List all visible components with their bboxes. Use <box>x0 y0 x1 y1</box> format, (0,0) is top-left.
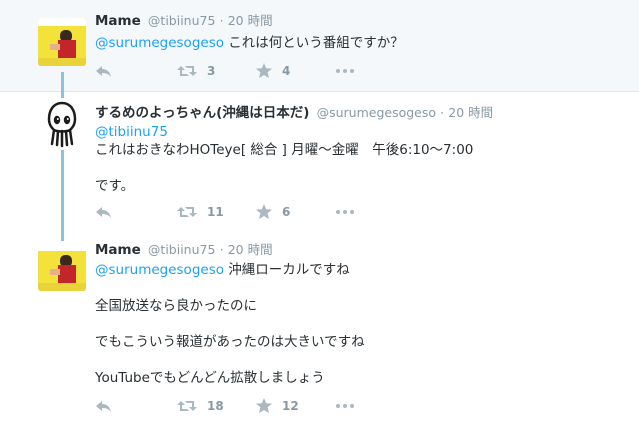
tweet-content: YouTubeでもどんどん拡散しましょう <box>95 370 325 386</box>
retweet-button[interactable]: 3 <box>177 63 215 79</box>
fullname[interactable]: するめのよっちゃん(沖縄は日本だ) <box>95 105 309 121</box>
tweet-text: @surumegesogeso これは何という番組ですか？ <box>95 34 404 52</box>
tweet-1[interactable]: Mame @tibiinu75 · 20 時間 @surumegesogeso … <box>0 0 639 92</box>
more-icon <box>336 210 354 214</box>
reply-icon <box>96 401 111 412</box>
tweet-header: するめのよっちゃん(沖縄は日本だ) @surumegesogeso · 20 時… <box>95 105 493 122</box>
tweet-content: です。 <box>95 178 135 194</box>
retweet-icon <box>177 66 197 76</box>
fullname[interactable]: Mame <box>95 242 141 258</box>
like-count: 6 <box>282 205 291 219</box>
more-icon <box>336 69 354 73</box>
reply-button[interactable] <box>95 398 112 414</box>
separator-dot: · <box>440 105 445 120</box>
timestamp[interactable]: 20 時間 <box>228 13 273 28</box>
mention-link[interactable]: @surumegesogeso <box>95 35 224 51</box>
retweet-count: 11 <box>207 205 224 219</box>
retweet-icon <box>177 401 197 411</box>
avatar[interactable] <box>38 18 86 66</box>
more-button[interactable] <box>336 67 355 75</box>
tweet-actions: 3 4 <box>95 63 375 79</box>
like-button[interactable]: 12 <box>256 398 299 414</box>
username[interactable]: @tibiinu75 <box>148 242 216 257</box>
tweet-actions: 11 6 <box>95 204 375 220</box>
retweet-button[interactable]: 11 <box>177 204 224 220</box>
tweet-content: これは何という番組ですか？ <box>224 35 404 51</box>
more-icon <box>336 404 354 408</box>
tweet-content: 全国放送なら良かったのに <box>95 298 257 314</box>
reply-button[interactable] <box>95 63 112 79</box>
reply-icon <box>96 66 111 77</box>
username[interactable]: @tibiinu75 <box>148 13 216 28</box>
thread-line <box>61 150 64 232</box>
thread-line <box>61 92 64 98</box>
thread-line <box>61 230 64 241</box>
tweet-3[interactable]: Mame @tibiinu75 · 20 時間 @surumegesogeso … <box>0 230 639 424</box>
retweet-icon <box>177 207 197 217</box>
timestamp[interactable]: 20 時間 <box>228 242 273 257</box>
avatar[interactable] <box>38 100 86 148</box>
mention-link[interactable]: @surumegesogeso <box>95 262 224 278</box>
like-icon <box>256 398 272 413</box>
tweet-header: Mame @tibiinu75 · 20 時間 <box>95 242 273 259</box>
separator-dot: · <box>219 13 224 28</box>
tweet-text: @tibiinu75 これはおきなわHOTeye[ 総合 ] 月曜～金曜 午後6… <box>95 123 473 195</box>
more-button[interactable] <box>336 208 355 216</box>
tweet-actions: 18 12 <box>95 398 375 414</box>
reply-button[interactable] <box>95 204 112 220</box>
avatar[interactable] <box>38 243 86 291</box>
timestamp[interactable]: 20 時間 <box>448 105 493 120</box>
separator-dot: · <box>219 242 224 257</box>
like-count: 12 <box>282 399 299 413</box>
retweet-count: 3 <box>207 64 216 78</box>
thread-line <box>61 72 64 92</box>
like-icon <box>256 204 272 219</box>
like-button[interactable]: 4 <box>256 63 290 79</box>
tweet-content: これはおきなわHOTeye[ 総合 ] 月曜～金曜 午後6:10～7:00 <box>95 142 474 158</box>
tweet-content: でもこういう報道があったのは大きいですね <box>95 334 365 350</box>
tweet-content: 沖縄ローカルですね <box>224 262 350 278</box>
more-button[interactable] <box>336 402 355 410</box>
like-button[interactable]: 6 <box>256 204 290 220</box>
reply-icon <box>96 207 111 218</box>
tweet-text: @surumegesogeso 沖縄ローカルですね 全国放送なら良かったのに で… <box>95 261 365 387</box>
mention-link[interactable]: @tibiinu75 <box>95 124 168 140</box>
like-icon <box>256 63 272 78</box>
retweet-count: 18 <box>207 399 224 413</box>
username[interactable]: @surumegesogeso <box>317 105 436 120</box>
like-count: 4 <box>282 64 291 78</box>
retweet-button[interactable]: 18 <box>177 398 224 414</box>
tweet-2[interactable]: するめのよっちゃん(沖縄は日本だ) @surumegesogeso · 20 時… <box>0 92 639 232</box>
tweet-header: Mame @tibiinu75 · 20 時間 <box>95 13 273 30</box>
fullname[interactable]: Mame <box>95 13 141 29</box>
